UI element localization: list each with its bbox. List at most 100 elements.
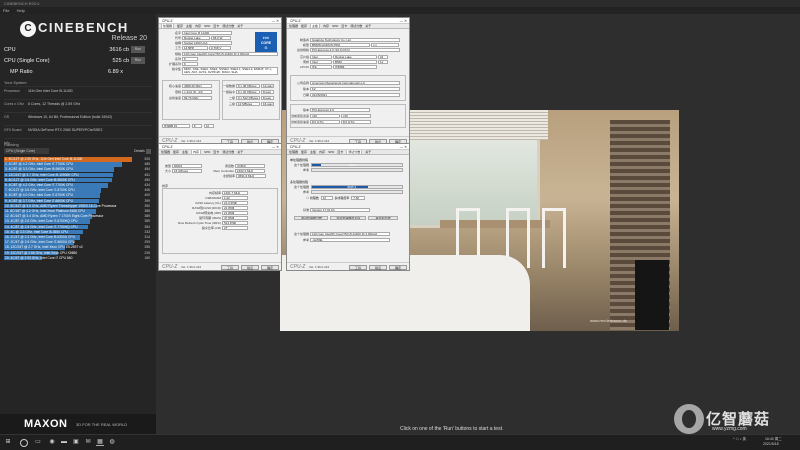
maxon-logo: MAXON [24, 418, 68, 430]
close-icon[interactable]: — ✕ [272, 18, 279, 24]
tab-spd[interactable]: SPD [204, 150, 210, 154]
tab-mainboard[interactable]: 主板 [310, 150, 316, 154]
mail-icon[interactable]: ✉ [84, 438, 92, 446]
tab-spd[interactable]: SPD [332, 24, 338, 28]
input-language[interactable]: 英 [742, 437, 746, 441]
tab-spd[interactable]: SPD [328, 150, 334, 154]
ranking-row[interactable]: 17. 2C/4T @ 2.6 GHz, Intel Core i7-5600U… [4, 240, 132, 245]
ranking-row[interactable]: 16. 2C/4T @ 2.3 GHz, Intel Core i5-5300U… [4, 235, 132, 240]
tab-cpu[interactable]: 处理器 [289, 150, 298, 154]
clock-multiplier: 倍频 x 44.0 (8 - 44) [161, 90, 212, 94]
ranking-select[interactable]: CPU (Single Core) [4, 148, 49, 154]
search-icon[interactable] [20, 439, 28, 447]
ranking-row[interactable]: 15. 4C @ 3.3 GHz, Intel Core i5-3550 CPU [4, 229, 132, 235]
tools-button[interactable]: 工具 [221, 264, 239, 270]
ranking-row[interactable]: 5. 6C/12T @ 3.6 GHz, Intel Core i5-9600K… [4, 177, 132, 183]
run-cpu-button[interactable]: Run [131, 46, 145, 53]
ranking-row[interactable]: 20. 4C/4T @ 2.93 GHz, Intel Core i7 CPU … [4, 255, 132, 261]
tab-bench[interactable]: 测试分数 [350, 24, 362, 28]
benchmark-select[interactable]: Version 17.01.64 [310, 208, 370, 212]
tab-cpu[interactable]: 处理器 [289, 24, 298, 28]
ranking-row[interactable]: 1. 6C/12T @ 2.59 GHz, 11th Gen Intel Cor… [4, 157, 132, 162]
ranking-row[interactable]: 4. 12C/24T @ 3.7 GHz, Intel Core i9-1090… [4, 172, 132, 178]
close-icon[interactable]: — ✕ [400, 18, 407, 24]
tab-cache[interactable]: 缓存 [301, 24, 307, 28]
tab-graphics[interactable]: 显卡 [213, 150, 219, 154]
ranking-row[interactable]: 13. 4C/8T @ 2.6 GHz, Intel Core i7-6700H… [4, 219, 132, 224]
cache-l2: 二级 6 x 512 KBytes 8-way [223, 96, 274, 100]
score-label: CPU (Single Core) [4, 58, 50, 64]
ranking-row[interactable]: 12. 8C/16T @ 3.4 GHz, AMD Ryzen 7 1700X … [4, 214, 132, 219]
tab-graphics[interactable]: 显卡 [213, 24, 219, 28]
system-row: Processor 11th Gen Intel Core i5-11400 [4, 86, 152, 95]
tab-bench[interactable]: 测试分数 [222, 24, 234, 28]
ranking-row[interactable]: 11. 8C/16T @ 4.2 GHz, Intel Xeon Platinu… [4, 209, 132, 214]
ranking-row[interactable]: 9. 4C/8T @ 3.7 GHz, Intel Core i7-6600K … [4, 198, 132, 204]
tab-spd[interactable]: SPD [204, 24, 210, 28]
ranking-row[interactable]: 14. 4C/8T @ 2.8 GHz, Intel Core i7-7700H… [4, 224, 132, 230]
menu-file[interactable]: File [3, 8, 9, 13]
processor-select[interactable]: 处理器 #1 [162, 124, 190, 128]
edge-icon[interactable]: ◉ [48, 438, 56, 446]
menu-help[interactable]: Help [17, 8, 25, 13]
cpuz-footer: CPU-Z Ver. 1.96.0.x64 工具 验证 确定 [287, 262, 409, 270]
cpuz-window-mainboard[interactable]: CPU-Z — ✕ 处理器 缓存 主板 内存 SPD 显卡 测试分数 关于 制造商 Gigabyt… [286, 17, 410, 145]
validate-button[interactable]: 验证 [369, 264, 387, 270]
tab-cache[interactable]: 缓存 [173, 150, 179, 154]
tab-memory[interactable]: 内存 [195, 24, 201, 28]
windows-start-icon[interactable]: ⊞ [4, 438, 12, 446]
bios-date: 日期 01/25/2021 [289, 93, 400, 97]
tab-cache[interactable]: 缓存 [177, 24, 183, 28]
cpuz-taskbar-icon[interactable]: ▦ [96, 438, 104, 446]
ranking-row[interactable]: 10. 8C/16T @ 3.6 GHz, AMD Ryzen Threadri… [4, 203, 132, 209]
tab-graphics[interactable]: 显卡 [341, 24, 347, 28]
ranking-label: 4. 12C/24T @ 3.7 GHz, Intel Core i9-1090… [5, 172, 79, 177]
ranking-label: 9. 4C/8T @ 3.7 GHz, Intel Core i7-6600K … [5, 198, 73, 203]
tab-cpu[interactable]: 处理器 [161, 150, 170, 154]
tab-about[interactable]: 关于 [365, 150, 371, 154]
cpuz-tabs: 处理器 缓存 主板 内存 SPD 显卡 测试分数 关于 [159, 149, 281, 155]
timing-row: 循环周期 (tRAS) 47 时钟 [161, 216, 248, 220]
tools-button[interactable]: 工具 [349, 264, 367, 270]
ok-button[interactable]: 确定 [389, 264, 407, 270]
tab-graphics[interactable]: 显卡 [337, 150, 343, 154]
validate-button[interactable]: 验证 [241, 264, 259, 270]
submit-compare-button[interactable]: 提交和比较 [367, 216, 398, 220]
threads-checkbox[interactable]: ☐ [289, 196, 309, 200]
cpuz-window-bench[interactable]: CPU-Z — ✕ 处理器 缓存 主板 内存 SPD 显卡 测试分数 关于 单处理器线程 这个处… [286, 143, 410, 271]
cpuz-window-cpu[interactable]: CPU-Z — ✕ 处理器 缓存 主板 内存 SPD 显卡 测试分数 关于 intel CORE i… [158, 17, 282, 145]
close-icon[interactable]: — ✕ [272, 144, 279, 150]
ranking-label: 6. 4C/8T @ 4.2 GHz, Intel Core i7-7700K … [5, 183, 73, 187]
cpuz-window-memory[interactable]: CPU-Z — ✕ 处理器 缓存 主板 内存 SPD 显卡 测试分数 关于 类型 DDR4 通道数双… [158, 143, 282, 271]
tab-mainboard[interactable]: 主板 [182, 150, 188, 154]
tab-memory[interactable]: 内存 [323, 24, 329, 28]
cinebench-taskbar-icon[interactable]: ◍ [108, 438, 116, 446]
ranking-label: 8. 4C/8T @ 4.0 GHz, Intel Core i7-6700K … [5, 193, 73, 198]
tab-cache[interactable]: 缓存 [301, 150, 307, 154]
explorer-icon[interactable]: ▬ [60, 438, 68, 446]
tab-about[interactable]: 关于 [365, 24, 371, 28]
ranking-row[interactable]: 7. 6C/12T @ 3.6 GHz, Intel Core i7-8700K… [4, 188, 132, 193]
details-toggle[interactable]: Details [134, 148, 151, 154]
tab-about[interactable]: 关于 [237, 24, 243, 28]
run-single-core-button[interactable]: Run [131, 57, 145, 64]
bench-cpu-button[interactable]: 测试处理器分数 [294, 216, 328, 220]
ranking-row[interactable]: 2. 4C/8T @ 4.2 GHz, Intel Core i7-7700K … [4, 162, 132, 167]
tab-about[interactable]: 关于 [237, 150, 243, 154]
task-view-icon[interactable]: ▭ [34, 438, 42, 446]
ranking-row[interactable]: 3. 4C/8T @ 3.3 GHz, Intel Core i5-9600K … [4, 167, 132, 172]
ranking-label: 18. 12C/24T @ 2.7 GHz, Intel Xeon CPU E5… [5, 245, 83, 250]
cpu-field-tech: 工艺 14 纳米 0.768 V [161, 46, 231, 50]
ranking-row[interactable]: 6. 4C/8T @ 4.2 GHz, Intel Core i7-7700K … [4, 183, 132, 188]
ranking-row[interactable]: 8. 4C/8T @ 4.0 GHz, Intel Core i7-6700K … [4, 193, 132, 198]
tab-bench[interactable]: 测试分数 [222, 150, 234, 154]
ok-button[interactable]: 确定 [261, 264, 279, 270]
stress-cpu-button[interactable]: 测试处理器稳定度 [329, 216, 366, 220]
tab-memory[interactable]: 内存 [319, 150, 325, 154]
ranking-row[interactable]: 19. 12C/24T @ 2.66 GHz, Intel Xeon CPU X… [4, 250, 132, 256]
store-icon[interactable]: ▣ [72, 438, 80, 446]
ranking-row[interactable]: 18. 12C/24T @ 2.7 GHz, Intel Xeon CPU E5… [4, 245, 132, 250]
reference-select[interactable]: -请选择- [310, 238, 390, 242]
close-icon[interactable]: — ✕ [400, 144, 407, 150]
tab-mainboard[interactable]: 主板 [186, 24, 192, 28]
